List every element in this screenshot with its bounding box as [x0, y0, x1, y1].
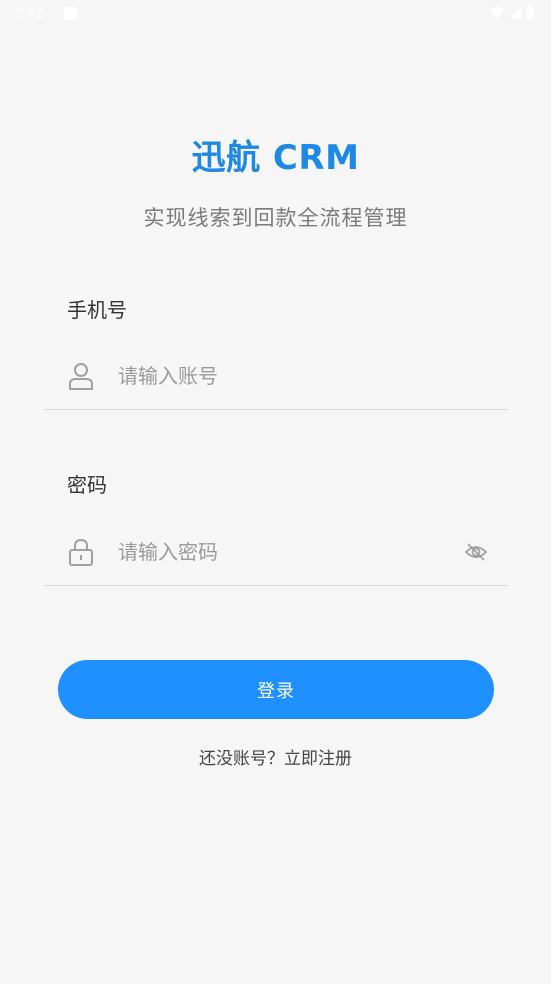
phone-field-row	[44, 345, 508, 410]
wifi-icon	[489, 6, 505, 19]
password-field-row	[44, 521, 508, 586]
status-bar: 2:42	[0, 0, 551, 28]
password-input[interactable]	[118, 535, 458, 569]
phone-input[interactable]	[118, 359, 458, 393]
app-subtitle: 实现线索到回款全流程管理	[143, 206, 408, 230]
login-button[interactable]: 登录	[58, 660, 494, 719]
lock-icon	[69, 538, 93, 566]
phone-label: 手机号	[67, 298, 127, 322]
battery-icon	[526, 5, 535, 20]
notification-icon	[64, 7, 77, 20]
eye-off-icon[interactable]	[464, 540, 488, 564]
status-time: 2:42	[16, 4, 44, 20]
password-label: 密码	[67, 473, 107, 497]
user-icon	[69, 363, 93, 390]
app-title: 迅航 CRM	[191, 138, 360, 178]
status-icons	[489, 5, 535, 20]
signal-icon	[510, 6, 521, 19]
register-link[interactable]: 还没账号？立即注册	[0, 744, 551, 769]
